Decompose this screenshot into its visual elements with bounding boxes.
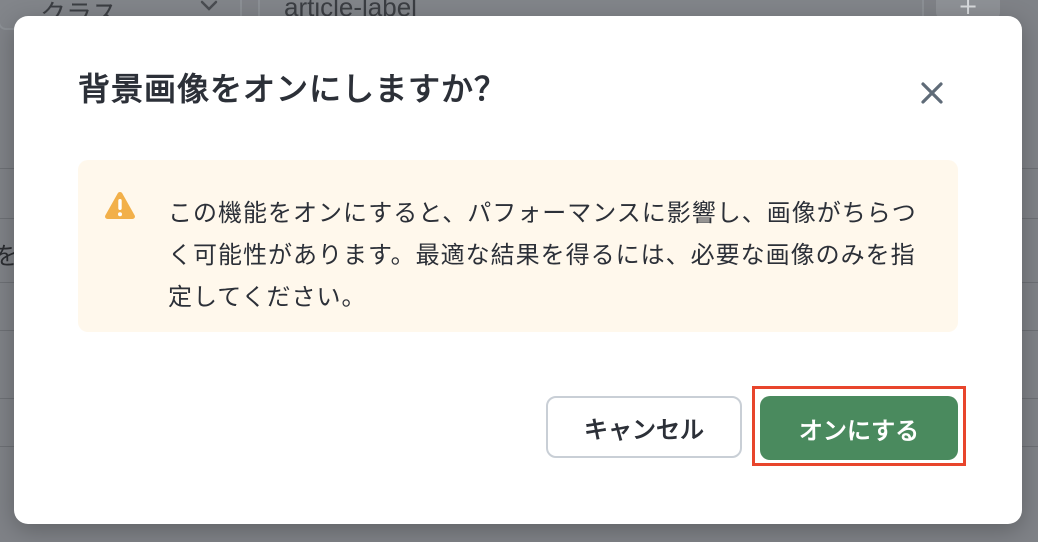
close-button[interactable] bbox=[910, 71, 954, 115]
warning-message: この機能をオンにすると、パフォーマンスに影響し、画像がちらつく可能性があります。… bbox=[168, 199, 917, 311]
dialog-title: 背景画像をオンにしますか？ bbox=[78, 70, 508, 108]
chevron-down-icon bbox=[200, 0, 218, 11]
close-icon bbox=[921, 82, 943, 104]
warning-triangle-icon bbox=[105, 192, 135, 219]
background-image-dialog: 背景画像をオンにしますか？ この機能をオンにすると、パフォーマンスに影響し、画像… bbox=[14, 16, 1022, 524]
cancel-button[interactable]: キャンセル bbox=[546, 396, 742, 458]
warning-alert: この機能をオンにすると、パフォーマンスに影響し、画像がちらつく可能性があります。… bbox=[78, 160, 958, 332]
turn-on-button[interactable]: オンにする bbox=[760, 396, 958, 460]
